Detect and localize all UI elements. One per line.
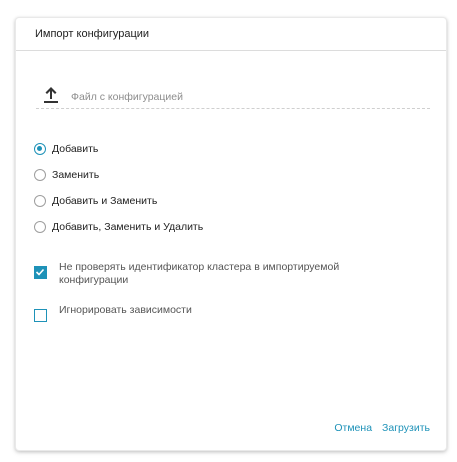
file-picker[interactable]: Файл с конфигурацией [36,82,430,109]
checkbox-checked[interactable] [34,266,47,279]
checkbox-label: Не проверять идентификатор кластера в им… [59,261,340,286]
checkbox-label: Игнорировать зависимости [59,304,192,316]
radio-label: Заменить [52,169,100,181]
upload-icon[interactable] [42,85,60,105]
ignore-dependencies[interactable]: Игнорировать зависимости [34,304,389,322]
radio-add-replace-delete[interactable]: Добавить, Заменить и Удалить [34,214,203,240]
dialog-footer: Отмена Загрузить [334,422,430,434]
radio-button[interactable] [34,169,46,181]
cancel-button[interactable]: Отмена [334,422,372,434]
upload-button[interactable]: Загрузить [382,422,430,434]
radio-label: Добавить и Заменить [52,195,158,207]
radio-label: Добавить, Заменить и Удалить [52,221,204,233]
radio-button[interactable] [34,195,46,207]
radio-button-checked[interactable] [34,143,46,155]
dialog-header: Импорт конфигурации [16,18,446,51]
skip-cluster-id-check[interactable]: Не проверять идентификатор кластера в им… [34,261,389,287]
radio-replace[interactable]: Заменить [34,162,203,188]
radio-add[interactable]: Добавить [34,136,203,162]
checkbox[interactable] [34,309,47,322]
dialog-title: Импорт конфигурации [35,28,150,40]
import-config-dialog: Импорт конфигурации Файл с конфигурацией… [15,17,447,451]
import-mode-group: Добавить Заменить Добавить и Заменить До… [34,136,203,240]
file-placeholder: Файл с конфигурацией [71,91,183,103]
radio-add-replace[interactable]: Добавить и Заменить [34,188,203,214]
radio-button[interactable] [34,221,46,233]
radio-label: Добавить [52,143,99,155]
